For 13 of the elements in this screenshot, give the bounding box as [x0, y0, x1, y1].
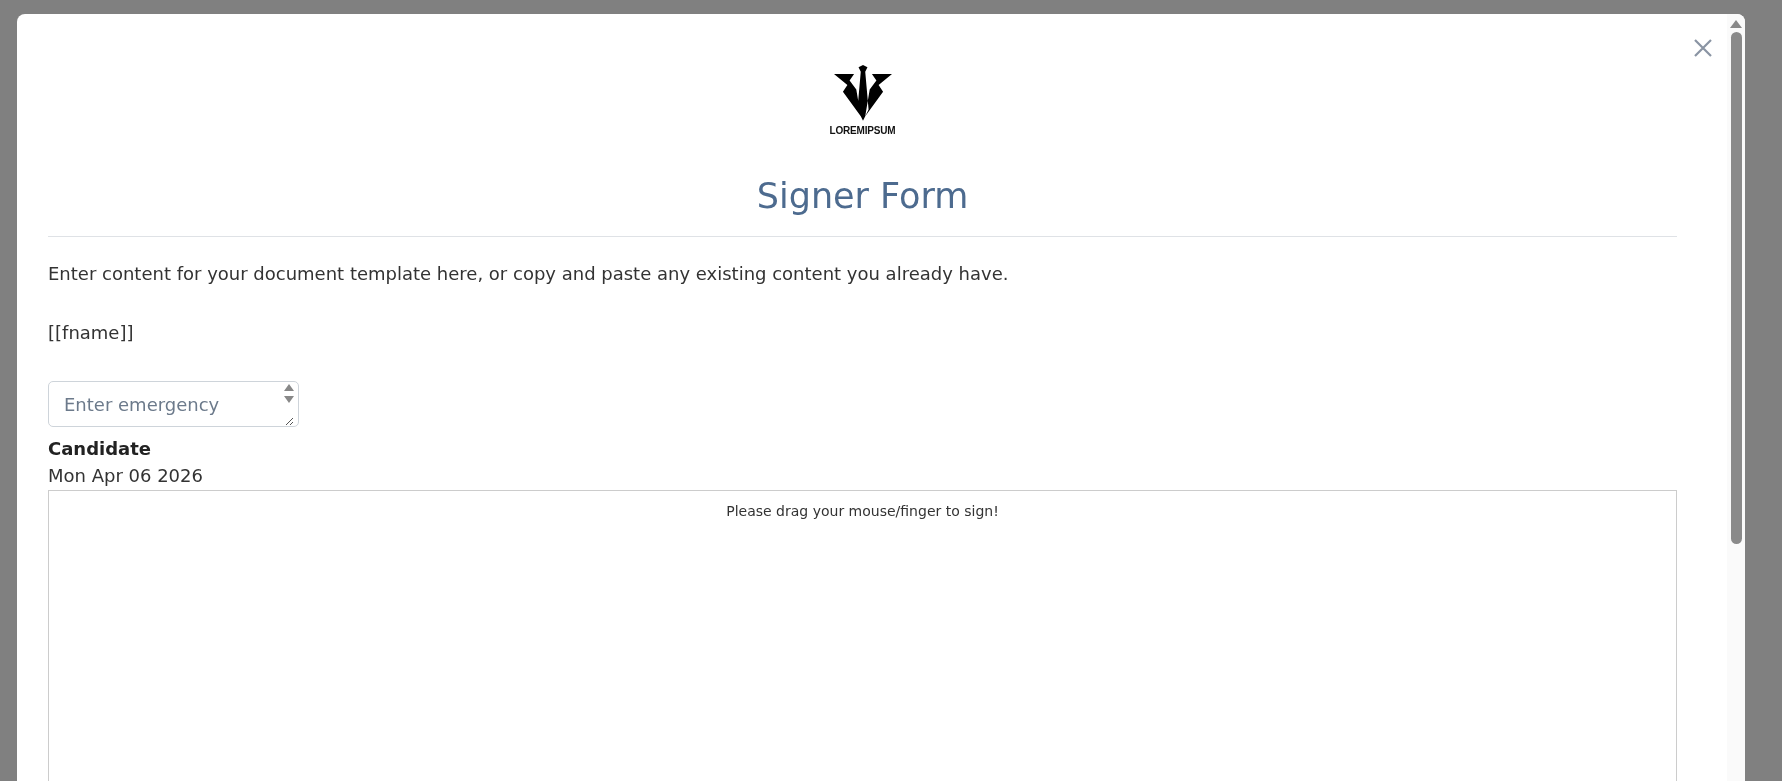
sign-date: Mon Apr 06 2026 — [48, 465, 204, 486]
intro-text: Enter content for your document template here, or copy and paste any existing content you already have. — [48, 263, 1010, 284]
scroll-thumb[interactable] — [1730, 32, 1742, 544]
signature-hint: Please drag your mouse/finger to sign! — [726, 503, 999, 521]
signature-pad[interactable]: Please drag your mouse/finger to sign! — [48, 490, 1677, 781]
scrollbar[interactable] — [1727, 14, 1745, 781]
form-title: Signer Form — [756, 176, 969, 216]
resize-grip-icon[interactable] — [284, 416, 294, 426]
scroll-up-icon[interactable] — [1730, 20, 1742, 28]
emergency-field[interactable]: Enter emergency — [48, 381, 299, 427]
placeholder-tag: [[fname]] — [48, 322, 1677, 343]
logo-text: LOREMIPSUM — [829, 125, 896, 136]
signer-role: Candidate — [48, 438, 153, 459]
